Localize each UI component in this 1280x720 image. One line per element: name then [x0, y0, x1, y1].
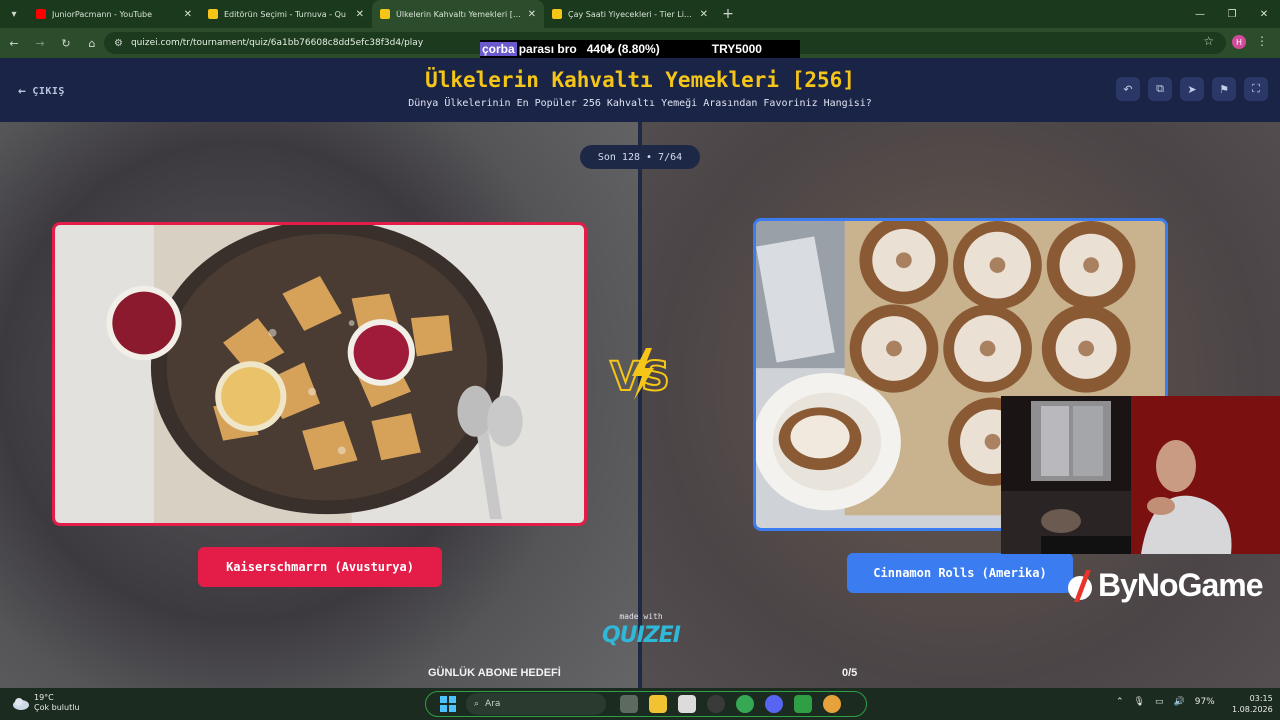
- quiz-header: ← ÇIKIŞ Ülkelerin Kahvaltı Yemekleri [25…: [0, 58, 1280, 122]
- center-divider: [638, 122, 642, 688]
- page-subtitle: Dünya Ülkelerinin En Popüler 256 Kahvalt…: [408, 98, 872, 109]
- app-icon[interactable]: [678, 695, 696, 713]
- weather-desc: Çok bulutlu: [34, 703, 80, 712]
- sponsor-name: ByNoGame: [1098, 567, 1263, 603]
- taskbar-clock[interactable]: 03:15 1.08.2026: [1232, 693, 1273, 715]
- left-choice-label[interactable]: Kaiserschmarrn (Avusturya): [198, 547, 442, 587]
- ticker-text: parası bro: [518, 42, 577, 56]
- report-flag-icon[interactable]: ⚑: [1212, 77, 1236, 101]
- subscriber-goal-label: GÜNLÜK ABONE HEDEFİ: [428, 667, 561, 679]
- webcam-overlay: [1001, 396, 1280, 554]
- quizei-favicon-icon: [380, 9, 390, 19]
- made-with-text: made with: [619, 612, 663, 621]
- browser-menu-icon[interactable]: ⋮: [1256, 34, 1268, 48]
- close-icon[interactable]: ✕: [184, 9, 192, 20]
- copy-link-icon[interactable]: ⧉: [1148, 77, 1172, 101]
- obs-icon[interactable]: [707, 695, 725, 713]
- battery-level[interactable]: 97%: [1195, 697, 1215, 707]
- share-icon[interactable]: ➤: [1180, 77, 1204, 101]
- url-text: quizei.com/tr/tournament/quiz/6a1bb76608…: [130, 38, 424, 48]
- reload-icon[interactable]: ↻: [54, 31, 78, 55]
- forward-icon[interactable]: →: [28, 31, 52, 55]
- tab-search-icon[interactable]: ▾: [0, 0, 28, 28]
- subscriber-goal-count: 0/5: [842, 667, 858, 679]
- donation-ticker: çorba parası bro 440₺ (8.80%) TRY5000: [480, 40, 800, 58]
- page-title: Ülkelerin Kahvaltı Yemekleri [256]: [425, 68, 855, 92]
- clock-time: 03:15: [1249, 694, 1273, 703]
- tab-label: Ülkelerin Kahvaltı Yemekleri [25: [396, 9, 522, 19]
- ticker-highlight: çorba: [480, 42, 517, 56]
- close-icon[interactable]: ✕: [356, 9, 364, 20]
- made-with-badge[interactable]: made with QUIZEI: [596, 612, 686, 648]
- clock-date: 1.08.2026: [1232, 705, 1273, 714]
- window-controls: — ❐ ✕: [1184, 0, 1280, 28]
- undo-icon[interactable]: ↶: [1116, 77, 1140, 101]
- ticker-amount: 440₺ (8.80%): [586, 42, 660, 56]
- discord-icon[interactable]: [765, 695, 783, 713]
- left-choice-image[interactable]: [52, 222, 587, 526]
- tab-label: Çay Saati Yiyecekleri - Tier List,: [568, 9, 694, 19]
- network-icon[interactable]: ▭: [1155, 697, 1164, 707]
- close-icon[interactable]: ✕: [700, 9, 708, 20]
- windows-start-icon[interactable]: [440, 696, 456, 712]
- right-choice-label[interactable]: Cinnamon Rolls (Amerika): [847, 553, 1073, 593]
- file-explorer-icon[interactable]: [649, 695, 667, 713]
- minimize-icon[interactable]: —: [1184, 0, 1216, 28]
- search-placeholder: Ara: [485, 699, 501, 709]
- restore-icon[interactable]: ❐: [1216, 0, 1248, 28]
- task-view-icon[interactable]: [620, 695, 638, 713]
- tray-chevron-icon[interactable]: ⌃: [1116, 697, 1124, 707]
- quiz-toolbar: ↶ ⧉ ➤ ⚑ ⛶: [1116, 77, 1268, 101]
- weather-widget[interactable]: 19°C Çok bulutlu: [12, 693, 80, 713]
- screen: ▾ JuniorPacmann - YouTube ✕ Editörün Seç…: [0, 0, 1280, 720]
- cloud-icon: [13, 698, 29, 710]
- browser-tab[interactable]: JuniorPacmann - YouTube ✕: [28, 0, 200, 28]
- browser-tab-active[interactable]: Ülkelerin Kahvaltı Yemekleri [25 ✕: [372, 0, 544, 28]
- close-icon[interactable]: ✕: [528, 9, 536, 20]
- fullscreen-icon[interactable]: ⛶: [1244, 77, 1268, 101]
- search-icon: ⌕: [474, 699, 480, 709]
- youtube-favicon-icon: [36, 9, 46, 19]
- kaiserschmarrn-photo: [55, 225, 584, 523]
- bookmark-star-icon[interactable]: ☆: [1203, 34, 1214, 48]
- taskbar-search[interactable]: ⌕ Ara: [466, 693, 606, 715]
- matchup-stage: Son 128 • 7/64 VS Kaiserschmarrn (Avustu…: [0, 122, 1280, 688]
- ticker-goal: TRY5000: [711, 42, 762, 56]
- quizei-favicon-icon: [552, 9, 562, 19]
- browser-tab[interactable]: Çay Saati Yiyecekleri - Tier List, ✕: [544, 0, 716, 28]
- bynogame-mark-icon: [1068, 569, 1092, 602]
- profile-avatar[interactable]: H: [1232, 35, 1246, 49]
- system-tray: ⌃ 🎙 ▭ 🔊 97%: [1116, 697, 1215, 707]
- chrome-icon[interactable]: [736, 695, 754, 713]
- chrome-profile-icon[interactable]: [823, 695, 841, 713]
- sponsor-logo: ByNoGame: [1066, 567, 1263, 604]
- weather-temp: 19°C: [34, 693, 54, 702]
- volume-icon[interactable]: 🔊: [1174, 697, 1185, 707]
- close-window-icon[interactable]: ✕: [1248, 0, 1280, 28]
- tab-label: JuniorPacmann - YouTube: [52, 9, 153, 19]
- quizei-favicon-icon: [208, 9, 218, 19]
- tab-label: Editörün Seçimi - Turnuva - Qu: [224, 9, 346, 19]
- streamer-webcam-image: [1001, 396, 1280, 554]
- home-icon[interactable]: ⌂: [80, 31, 104, 55]
- windows-taskbar: 19°C Çok bulutlu ⌕ Ara ⌃ 🎙 ▭ 🔊 97% 03:15…: [0, 688, 1280, 720]
- quizei-logo: QUIZEI: [602, 623, 681, 648]
- browser-tab-bar: ▾ JuniorPacmann - YouTube ✕ Editörün Seç…: [0, 0, 1280, 28]
- taskbar-apps: [620, 695, 841, 713]
- browser-tab[interactable]: Editörün Seçimi - Turnuva - Qu ✕: [200, 0, 372, 28]
- microphone-icon[interactable]: 🎙: [1134, 697, 1145, 707]
- round-indicator: Son 128 • 7/64: [580, 145, 700, 169]
- site-info-icon[interactable]: ⚙: [114, 38, 123, 49]
- media-player-icon[interactable]: [794, 695, 812, 713]
- vs-lightning-icon: VS: [609, 348, 671, 401]
- back-icon[interactable]: ←: [2, 31, 26, 55]
- new-tab-button[interactable]: +: [716, 6, 740, 22]
